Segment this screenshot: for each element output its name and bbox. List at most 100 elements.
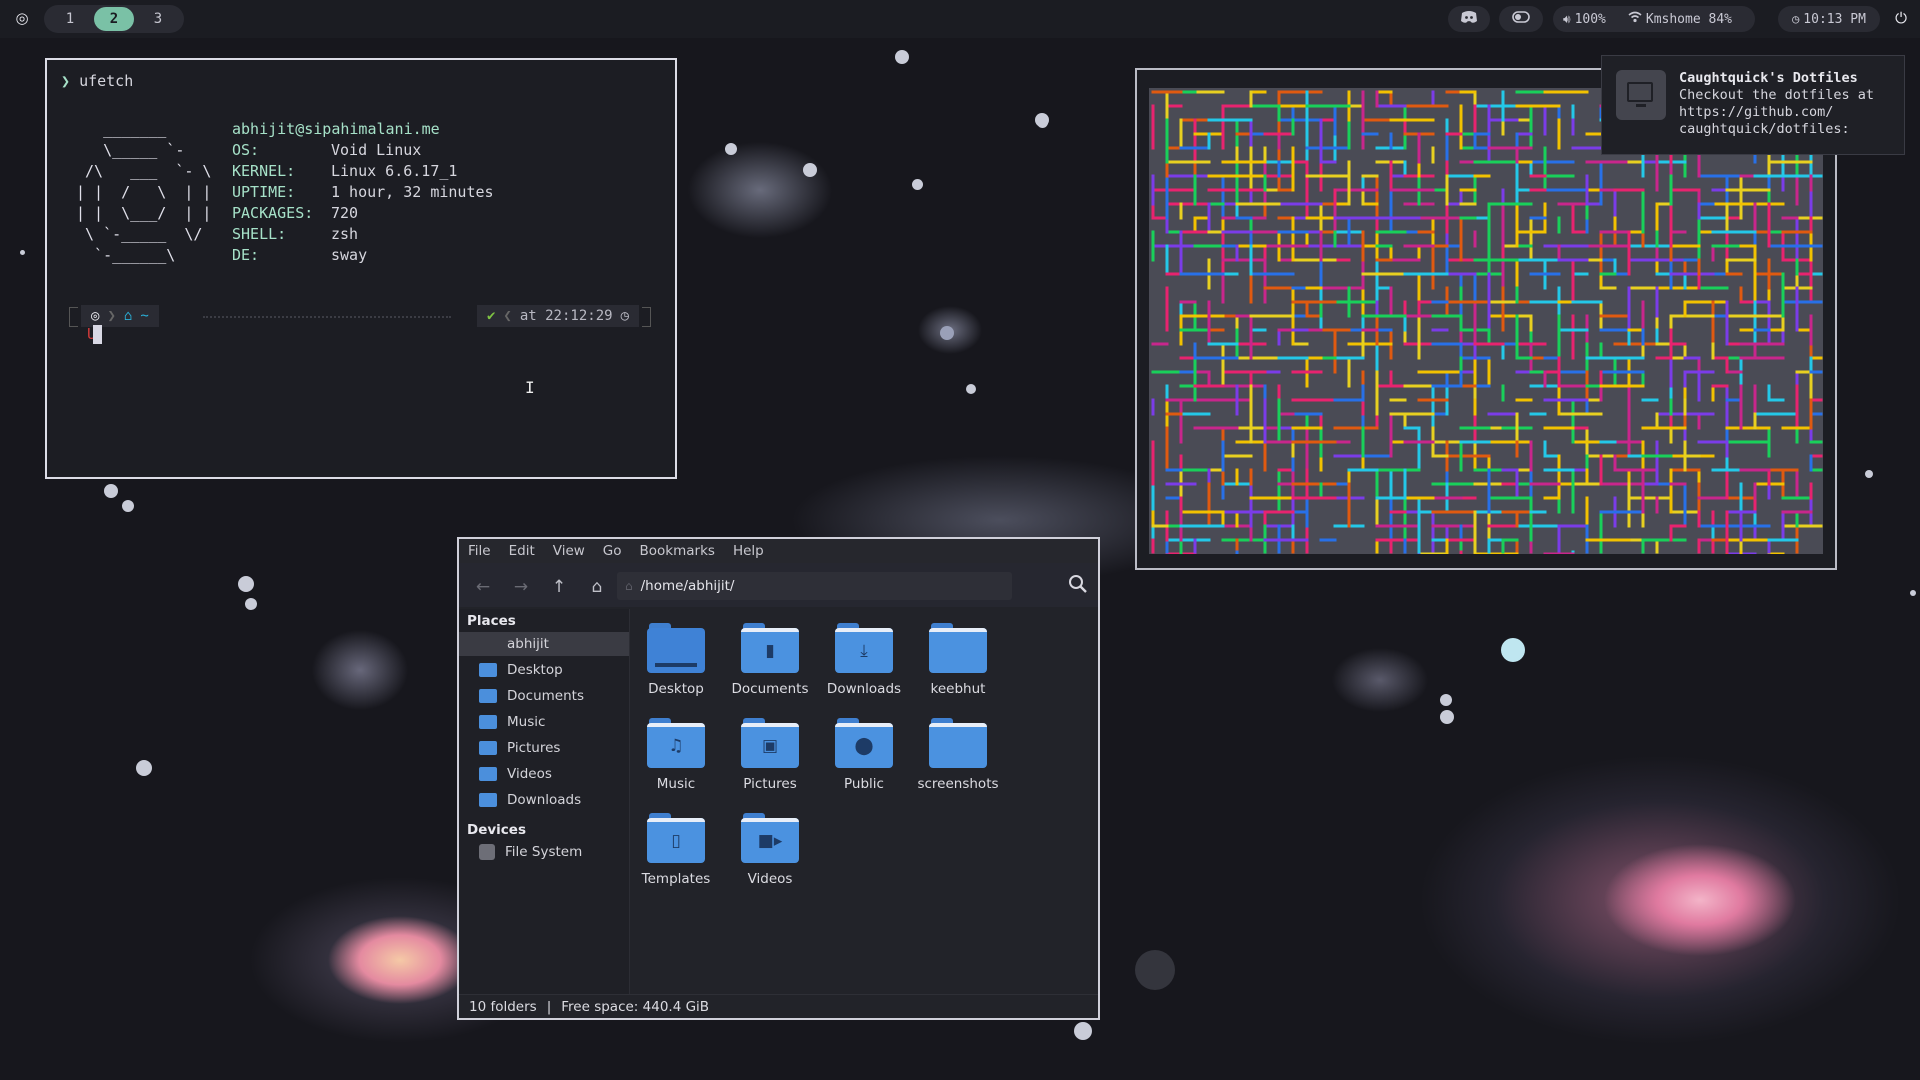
menu-view[interactable]: View <box>553 543 585 559</box>
volume-level[interactable]: 100% <box>1575 12 1606 27</box>
ascii-logo: _______ \_____ `- /\ ___ `- \ | | / \ | … <box>76 120 212 264</box>
location-path: /home/abhijit/ <box>640 578 735 594</box>
search-icon[interactable] <box>1066 574 1090 598</box>
info-key: OS: <box>232 141 260 159</box>
folder-item-downloads[interactable]: ⤓ Downloads <box>819 623 909 697</box>
prompt-right-segment: ✔ ❮ at 22:12:29 ◷ <box>476 305 639 327</box>
public-folder-icon: ⬤ <box>835 718 893 768</box>
system-info: abhijit@sipahimalani.me OS: Void Linux KE… <box>232 119 494 266</box>
home-icon: ⌂ <box>625 579 633 593</box>
folder-label: screenshots <box>917 776 999 792</box>
sidebar-item-pictures[interactable]: Pictures <box>459 736 629 760</box>
clock-tray: ◷ 10:13 PM <box>1778 6 1880 32</box>
info-row: UPTIME: 1 hour, 32 minutes <box>232 182 494 203</box>
folder-item-keebhut[interactable]: keebhut <box>913 623 1003 697</box>
folder-item-desktop[interactable]: Desktop <box>631 623 721 697</box>
forward-arrow-icon[interactable]: → <box>509 575 533 599</box>
info-value: 1 hour, 32 minutes <box>331 183 494 201</box>
star <box>122 500 134 512</box>
videos-folder-icon: ■▸ <box>741 813 799 863</box>
music-folder-icon <box>479 715 497 729</box>
pictures-folder-icon: ▣ <box>741 718 799 768</box>
star <box>966 384 976 394</box>
info-row: SHELL: zsh <box>232 224 494 245</box>
notification[interactable]: Caughtquick's Dotfiles Checkout the dotf… <box>1601 55 1905 155</box>
folder-icon <box>929 718 987 768</box>
star <box>940 326 954 340</box>
info-key: KERNEL: <box>232 162 296 180</box>
wifi-icon[interactable] <box>1628 11 1642 27</box>
folder-label: Pictures <box>743 776 797 792</box>
info-value: sway <box>331 246 368 264</box>
up-arrow-icon[interactable]: ↑ <box>547 575 571 599</box>
star <box>20 250 25 255</box>
terminal-window[interactable]: ❯ ufetch _______ \_____ `- /\ ___ `- \ |… <box>45 58 677 479</box>
menu-help[interactable]: Help <box>733 543 764 559</box>
menu-bookmarks[interactable]: Bookmarks <box>640 543 715 559</box>
home-icon[interactable]: ⌂ <box>585 575 609 599</box>
status-tray: 🔊︎ 100% Kmshome 84% <box>1553 6 1755 32</box>
clock-time[interactable]: 10:13 PM <box>1803 12 1866 27</box>
workspace-2[interactable]: 2 <box>94 7 134 31</box>
folder-label: Desktop <box>648 681 704 697</box>
folder-item-pictures[interactable]: ▣ Pictures <box>725 718 815 792</box>
power-icon[interactable]: ⏻ <box>1893 10 1909 26</box>
sidebar-item-file-system[interactable]: File System <box>459 840 629 864</box>
folder-item-videos[interactable]: ■▸ Videos <box>725 813 815 887</box>
info-key: PACKAGES: <box>232 204 314 222</box>
command-text: ufetch <box>79 72 134 90</box>
prompt-time: at 22:12:29 <box>519 308 613 324</box>
sidebar-item-videos[interactable]: Videos <box>459 762 629 786</box>
menu-edit[interactable]: Edit <box>509 543 535 559</box>
downloads-folder-icon <box>479 793 497 807</box>
user-host: abhijit@sipahimalani.me <box>232 120 440 138</box>
documents-folder-icon <box>479 689 497 703</box>
maze-canvas <box>1149 88 1823 554</box>
menu-file[interactable]: File <box>468 543 491 559</box>
folder-item-public[interactable]: ⬤ Public <box>819 718 909 792</box>
menu-bar: File Edit View Go Bookmarks Help <box>459 539 1098 563</box>
star <box>803 163 817 177</box>
folder-label: Documents <box>731 681 809 697</box>
workspace-3[interactable]: 3 <box>138 7 178 31</box>
places-header: Places <box>467 613 516 629</box>
star <box>245 598 257 610</box>
launcher-icon[interactable]: ◎ <box>14 10 30 26</box>
toggle-tray[interactable] <box>1499 6 1543 32</box>
prompt-dir: ~ <box>140 308 149 324</box>
workspace-1[interactable]: 1 <box>50 7 90 31</box>
menu-go[interactable]: Go <box>603 543 622 559</box>
sidebar-item-desktop[interactable]: Desktop <box>459 658 629 682</box>
star <box>1440 694 1452 706</box>
sidebar-item-label: Music <box>507 714 546 730</box>
sidebar-item-downloads[interactable]: Downloads <box>459 788 629 812</box>
back-arrow-icon[interactable]: ← <box>471 575 495 599</box>
star <box>1865 470 1873 478</box>
discord-icon <box>1460 10 1478 28</box>
info-key: DE: <box>232 246 260 264</box>
pictures-folder-icon <box>479 741 497 755</box>
location-bar[interactable]: ⌂ /home/abhijit/ <box>617 572 1012 600</box>
sidebar-item-abhijit[interactable]: abhijit <box>459 632 629 656</box>
info-value: 720 <box>331 204 359 222</box>
folder-item-music[interactable]: ♫ Music <box>631 718 721 792</box>
sidebar-item-music[interactable]: Music <box>459 710 629 734</box>
top-bar: ◎ 1 2 3 🔊︎ 100% Kmshome 84% ◷ 10:13 PM ⏻ <box>0 0 1920 38</box>
folder-item-templates[interactable]: ▯ Templates <box>631 813 721 887</box>
videos-folder-icon <box>479 767 497 781</box>
discord-tray[interactable] <box>1448 6 1490 32</box>
folder-label: Videos <box>747 871 793 887</box>
file-manager-window: File Edit View Go Bookmarks Help ← → ↑ ⌂… <box>457 537 1100 1020</box>
star <box>1037 117 1048 128</box>
home-icon <box>479 637 497 651</box>
volume-icon[interactable]: 🔊︎ <box>1563 12 1571 27</box>
ibeam-cursor-icon: 𝙸 <box>525 378 535 397</box>
separator-icon: ❯ <box>107 308 116 324</box>
prompt-symbol: ❯ <box>61 72 71 90</box>
folder-item-documents[interactable]: ▮ Documents <box>725 623 815 697</box>
wifi-status[interactable]: Kmshome 84% <box>1646 12 1732 27</box>
folder-item-screenshots[interactable]: screenshots <box>913 718 1003 792</box>
star <box>104 484 118 498</box>
sidebar-item-documents[interactable]: Documents <box>459 684 629 708</box>
sidebar-item-label: abhijit <box>507 636 549 652</box>
